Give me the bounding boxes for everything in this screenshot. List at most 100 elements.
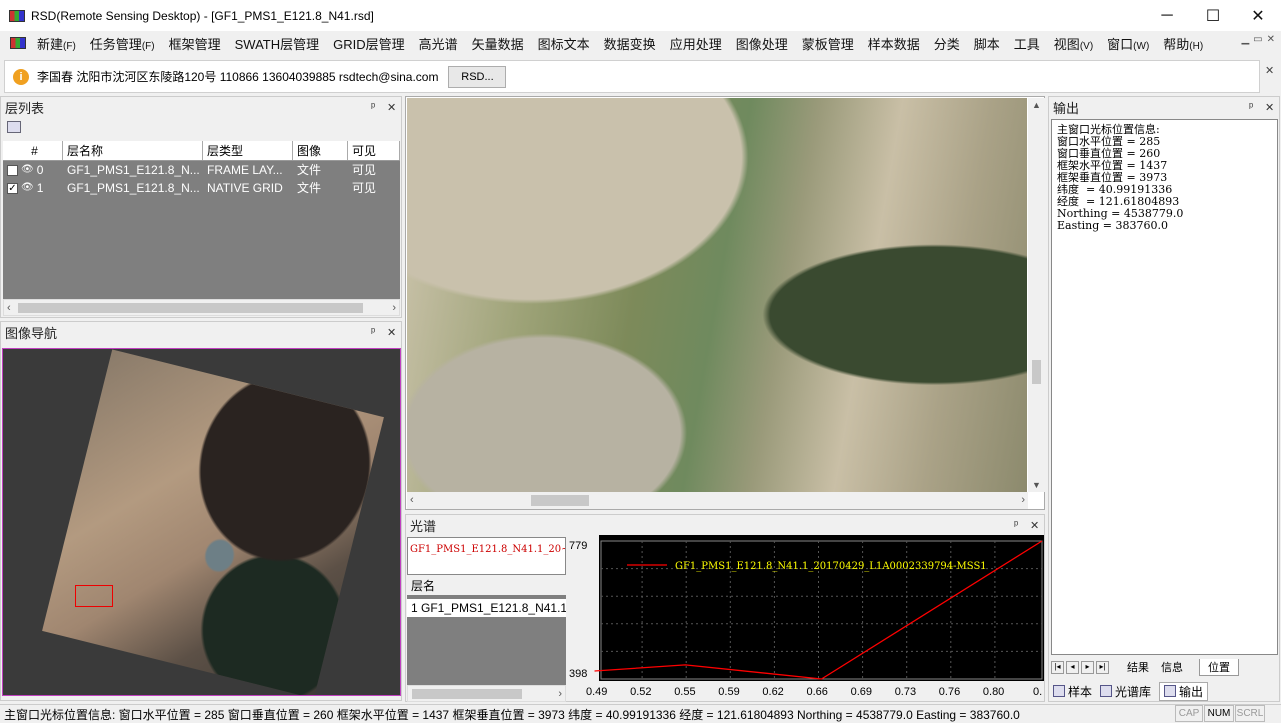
menu-item-1[interactable]: 任务管理(F) xyxy=(83,34,162,53)
dock-tab-output[interactable]: 输出 xyxy=(1159,681,1209,701)
menu-item-15[interactable]: 工具 xyxy=(1007,34,1047,53)
scroll-right-icon[interactable]: › xyxy=(558,686,562,702)
status-text: 主窗口光标位置信息: 窗口水平位置 = 285 窗口垂直位置 = 260 框架水… xyxy=(4,707,1020,722)
nav-viewport-box[interactable] xyxy=(75,585,113,607)
first-tab-icon[interactable]: |◂ xyxy=(1051,660,1064,674)
close-icon[interactable]: ✕ xyxy=(387,101,396,114)
infobar-close-icon[interactable]: ✕ xyxy=(1265,64,1274,77)
layer-list-item[interactable]: 1 GF1_PMS1_E121.8_N41.1 xyxy=(407,599,566,617)
menu-item-14[interactable]: 脚本 xyxy=(967,34,1007,53)
menu-item-17[interactable]: 窗口(W) xyxy=(1100,34,1156,53)
pin-icon[interactable]: ᵖ xyxy=(1249,101,1253,113)
layer-list-header: 层名 xyxy=(407,577,566,595)
scroll-up-icon[interactable]: ▲ xyxy=(1032,100,1041,110)
pin-icon[interactable]: ᵖ xyxy=(1014,519,1018,531)
layer-checkbox-checked[interactable]: ✓ xyxy=(7,182,18,194)
dock-tab-spectral-lib[interactable]: 光谱库 xyxy=(1100,683,1151,700)
app-icon xyxy=(9,9,25,22)
title-bar: RSD(Remote Sensing Desktop) - [GF1_PMS1_… xyxy=(0,0,1281,31)
menu-item-7[interactable]: 图标文本 xyxy=(531,34,597,53)
layer-image: 文件 xyxy=(297,181,322,195)
scroll-left-icon[interactable]: ‹ xyxy=(7,300,11,316)
satellite-thumbnail xyxy=(42,349,384,695)
close-icon[interactable]: ✕ xyxy=(387,326,396,339)
contact-text: 李国春 沈阳市沈河区东陵路120号 110866 13604039885 rsd… xyxy=(37,70,439,84)
output-text-area[interactable]: 主窗口光标位置信息: 窗口水平位置 = 285 窗口垂直位置 = 260 框架水平位置… xyxy=(1051,119,1278,655)
eye-icon[interactable]: 👁 xyxy=(21,161,34,179)
menu-item-3[interactable]: SWATH层管理 xyxy=(228,34,327,53)
eye-icon[interactable]: 👁 xyxy=(21,179,34,197)
image-vscrollbar[interactable]: ▲ ▼ xyxy=(1028,98,1045,492)
close-icon[interactable]: ✕ xyxy=(1265,101,1274,114)
spectrum-list-hscrollbar[interactable]: › xyxy=(407,685,566,702)
menu-item-10[interactable]: 图像处理 xyxy=(729,34,795,53)
col-image[interactable]: 图像 xyxy=(293,141,348,160)
mdi-controls: ▁ ▭ ✕ xyxy=(1241,34,1275,45)
minimize-button[interactable]: ─ xyxy=(1144,0,1190,31)
menu-item-9[interactable]: 应用处理 xyxy=(663,34,729,53)
spectrum-chart[interactable]: 779 398 0.49 0.52 0.55 0.59 0.62 0.66 0.69 0.73 0… xyxy=(567,535,1044,701)
maximize-button[interactable]: ☐ xyxy=(1190,0,1236,31)
scroll-right-icon[interactable]: › xyxy=(1021,492,1025,508)
tab-info[interactable]: 信息 xyxy=(1161,659,1183,675)
prev-tab-icon[interactable]: ◂ xyxy=(1066,660,1079,674)
layer-grid: # 层名称 层类型 图像 可见 👁 0 GF1_PMS1_E121.8_N...… xyxy=(3,141,400,299)
x-tick-label: 0. xyxy=(1033,686,1042,698)
menu-item-8[interactable]: 数据变换 xyxy=(597,34,663,53)
menu-item-13[interactable]: 分类 xyxy=(927,34,967,53)
mdi-close-icon[interactable]: ✕ xyxy=(1267,34,1275,45)
tab-results[interactable]: 结果 xyxy=(1127,659,1149,675)
pin-icon[interactable]: ᵖ xyxy=(371,101,375,113)
nav-image-view[interactable] xyxy=(2,348,401,696)
menu-item-6[interactable]: 矢量数据 xyxy=(465,34,531,53)
layer-name: GF1_PMS1_E121.8_N... xyxy=(67,181,200,195)
col-index[interactable]: # xyxy=(3,141,63,160)
vscroll-thumb[interactable] xyxy=(1032,360,1041,384)
close-button[interactable]: ✕ xyxy=(1235,0,1281,31)
scroll-thumb[interactable] xyxy=(18,303,363,313)
scroll-down-icon[interactable]: ▼ xyxy=(1032,480,1041,490)
menu-item-0[interactable]: 新建(F) xyxy=(30,34,83,53)
hscroll-thumb[interactable] xyxy=(531,495,589,506)
last-tab-icon[interactable]: ▸| xyxy=(1096,660,1109,674)
mdi-minimize-icon[interactable]: ▁ xyxy=(1241,34,1249,45)
scroll-thumb[interactable] xyxy=(412,689,522,699)
rsd-button[interactable]: RSD... xyxy=(448,65,507,88)
layer-index: 1 xyxy=(36,181,44,195)
chart-background xyxy=(567,535,1044,701)
menu-item-11[interactable]: 蒙板管理 xyxy=(795,34,861,53)
layer-row[interactable]: 👁 0 GF1_PMS1_E121.8_N... FRAME LAY... 文件… xyxy=(3,161,400,179)
col-name[interactable]: 层名称 xyxy=(63,141,203,160)
menu-item-16[interactable]: 视图(V) xyxy=(1047,34,1100,53)
layer-toolbar xyxy=(1,117,401,139)
scroll-left-icon[interactable]: ‹ xyxy=(410,492,414,508)
col-visible[interactable]: 可见 xyxy=(348,141,400,160)
menu-item-5[interactable]: 高光谱 xyxy=(412,34,465,53)
layer-row[interactable]: ✓ 👁 1 GF1_PMS1_E121.8_N... NATIVE GRID 文… xyxy=(3,179,400,197)
menu-item-12[interactable]: 样本数据 xyxy=(861,34,927,53)
image-hscrollbar[interactable]: ‹ › xyxy=(407,492,1028,509)
next-tab-icon[interactable]: ▸ xyxy=(1081,660,1094,674)
layer-index: 0 xyxy=(36,163,44,177)
layer-checkbox[interactable] xyxy=(7,164,18,176)
output-panel-header: 输出 ᵖ ✕ xyxy=(1049,97,1279,117)
layer-visible: 可见 xyxy=(352,163,377,177)
layer-tool-icon[interactable] xyxy=(7,121,21,133)
layer-name: GF1_PMS1_E121.8_N... xyxy=(67,163,200,177)
menu-item-4[interactable]: GRID层管理 xyxy=(326,34,412,53)
x-tick-label: 0.73 xyxy=(895,686,916,698)
layer-panel-header: 层列表 ᵖ ✕ xyxy=(1,97,401,117)
layer-hscrollbar[interactable]: ‹ › xyxy=(3,299,400,316)
tab-position[interactable]: 位置 xyxy=(1199,658,1239,676)
satellite-image[interactable] xyxy=(407,98,1027,492)
dock-tab-sample[interactable]: 样本 xyxy=(1053,683,1092,700)
spectrum-file-label[interactable]: GF1_PMS1_E121.8_N41.1_20~ xyxy=(407,537,566,575)
col-type[interactable]: 层类型 xyxy=(203,141,293,160)
close-icon[interactable]: ✕ xyxy=(1030,519,1039,532)
scroll-right-icon[interactable]: › xyxy=(392,300,396,316)
menu-item-18[interactable]: 帮助(H) xyxy=(1156,34,1210,53)
mdi-restore-icon[interactable]: ▭ xyxy=(1253,34,1262,45)
app-menu-icon[interactable] xyxy=(10,37,26,49)
pin-icon[interactable]: ᵖ xyxy=(371,326,375,338)
menu-item-2[interactable]: 框架管理 xyxy=(162,34,228,53)
